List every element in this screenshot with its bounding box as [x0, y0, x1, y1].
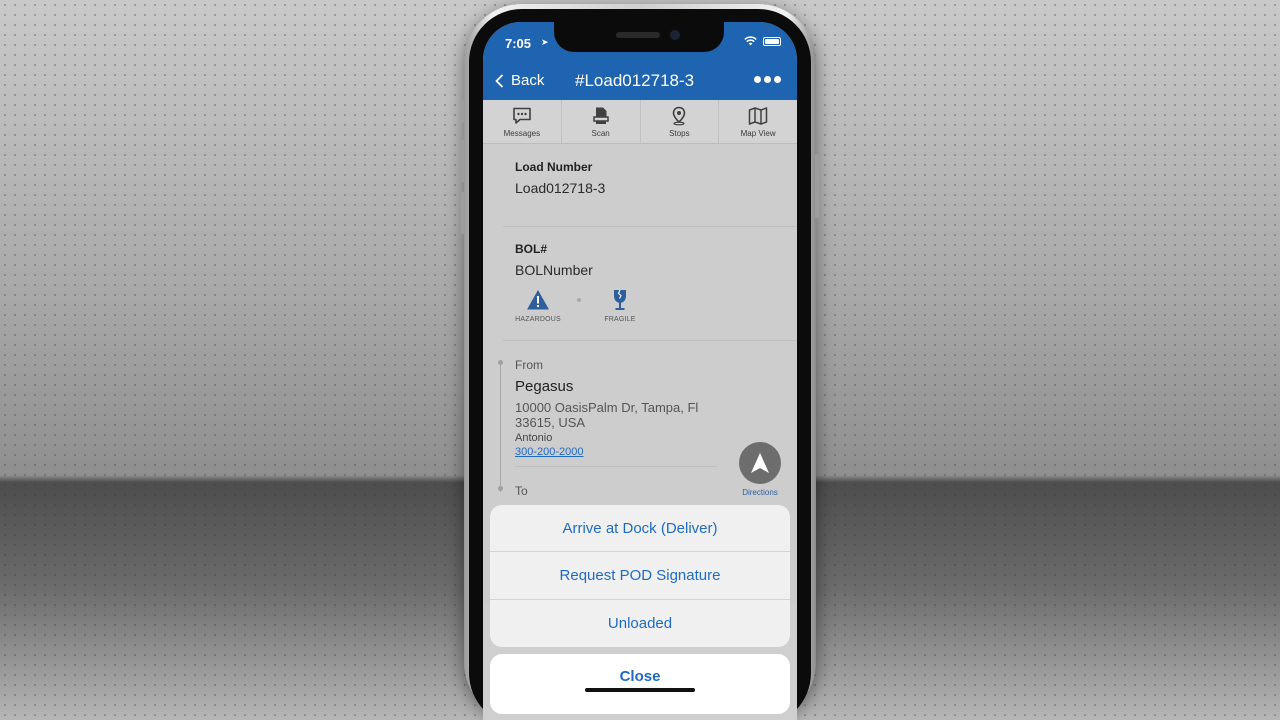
map-view-icon: [748, 106, 768, 125]
divider: [503, 340, 797, 341]
load-number-field: Load Number Load012718-3: [515, 160, 605, 196]
request-pod-signature-button[interactable]: Request POD Signature: [490, 552, 790, 600]
load-number-label: Load Number: [515, 160, 593, 174]
fragile-label: FRAGILE: [604, 316, 636, 323]
speaker: [616, 32, 660, 38]
close-button[interactable]: Close: [490, 654, 790, 714]
status-icons: [744, 36, 781, 46]
fragile-glass-icon: [614, 289, 626, 310]
volume-down-button: [461, 192, 465, 234]
ellipsis-dot: [764, 76, 771, 83]
directions-circle: [739, 442, 781, 484]
to-label: To: [515, 484, 528, 498]
messages-tab[interactable]: Messages: [483, 100, 562, 143]
origin-contact: Antonio: [515, 432, 553, 444]
phone-screen: 7:05 ➤ Back #Load012718-3 Messages Scan …: [483, 22, 797, 720]
navigation-bar: Back #Load012718-3: [483, 60, 797, 100]
hazard-warning-icon: [527, 290, 549, 310]
battery-icon: [763, 36, 781, 46]
origin-name: Pegasus: [515, 378, 574, 395]
chevron-left-icon: [495, 73, 504, 88]
power-button: [815, 154, 819, 218]
front-camera: [670, 30, 680, 40]
action-sheet: Arrive at Dock (Deliver) Request POD Sig…: [490, 505, 790, 647]
status-time: 7:05: [505, 36, 532, 51]
ellipsis-dot: [754, 76, 761, 83]
separator-dot: [577, 298, 581, 302]
messages-label: Messages: [503, 128, 541, 138]
unloaded-button[interactable]: Unloaded: [490, 600, 790, 647]
from-label: From: [515, 358, 543, 372]
fragile-attribute: FRAGILE: [595, 288, 645, 323]
wifi-icon: [744, 36, 757, 46]
arrive-at-dock-button[interactable]: Arrive at Dock (Deliver): [490, 505, 790, 553]
silent-switch: [461, 100, 465, 122]
stops-icon: [673, 106, 686, 125]
hazardous-attribute: HAZARDOUS: [513, 288, 563, 323]
bol-label: BOL#: [515, 242, 548, 256]
scan-icon: [592, 107, 609, 124]
toolbar: Messages Scan Stops Map View: [483, 100, 797, 144]
divider: [503, 226, 797, 227]
map-view-tab[interactable]: Map View: [719, 100, 797, 143]
divider: [515, 466, 717, 467]
messages-icon: [513, 107, 531, 124]
load-number-value: Load012718-3: [515, 180, 606, 196]
navigation-arrow-icon: [751, 453, 769, 473]
scan-tab[interactable]: Scan: [562, 100, 641, 143]
phone-frame: 7:05 ➤ Back #Load012718-3 Messages Scan …: [461, 4, 819, 720]
volume-up-button: [461, 140, 465, 182]
origin-address: 10000 OasisPalm Dr, Tampa, Fl 33615, USA: [515, 400, 699, 430]
bol-value: BOLNumber: [515, 262, 593, 278]
page-title: #Load012718-3: [575, 71, 695, 90]
notch: [554, 22, 724, 52]
route-timeline: [500, 362, 501, 492]
home-indicator[interactable]: [585, 688, 695, 692]
back-button[interactable]: Back: [495, 72, 544, 89]
stops-tab[interactable]: Stops: [641, 100, 720, 143]
timeline-dot: [498, 486, 503, 491]
stops-label: Stops: [669, 128, 690, 138]
directions-button[interactable]: Directions: [737, 442, 783, 497]
more-options-button[interactable]: [754, 76, 781, 83]
timeline-dot: [498, 360, 503, 365]
scan-label: Scan: [591, 128, 610, 138]
origin-phone-link[interactable]: 300-200-2000: [515, 446, 584, 458]
location-arrow-icon: ➤: [541, 37, 549, 47]
bol-field: BOL# BOLNumber: [515, 242, 593, 278]
back-label: Back: [511, 72, 545, 89]
directions-label: Directions: [742, 488, 778, 497]
ellipsis-dot: [774, 76, 781, 83]
hazardous-label: HAZARDOUS: [515, 316, 561, 323]
load-attributes: HAZARDOUS FRAGILE: [513, 288, 645, 323]
map-view-label: Map View: [740, 128, 776, 138]
